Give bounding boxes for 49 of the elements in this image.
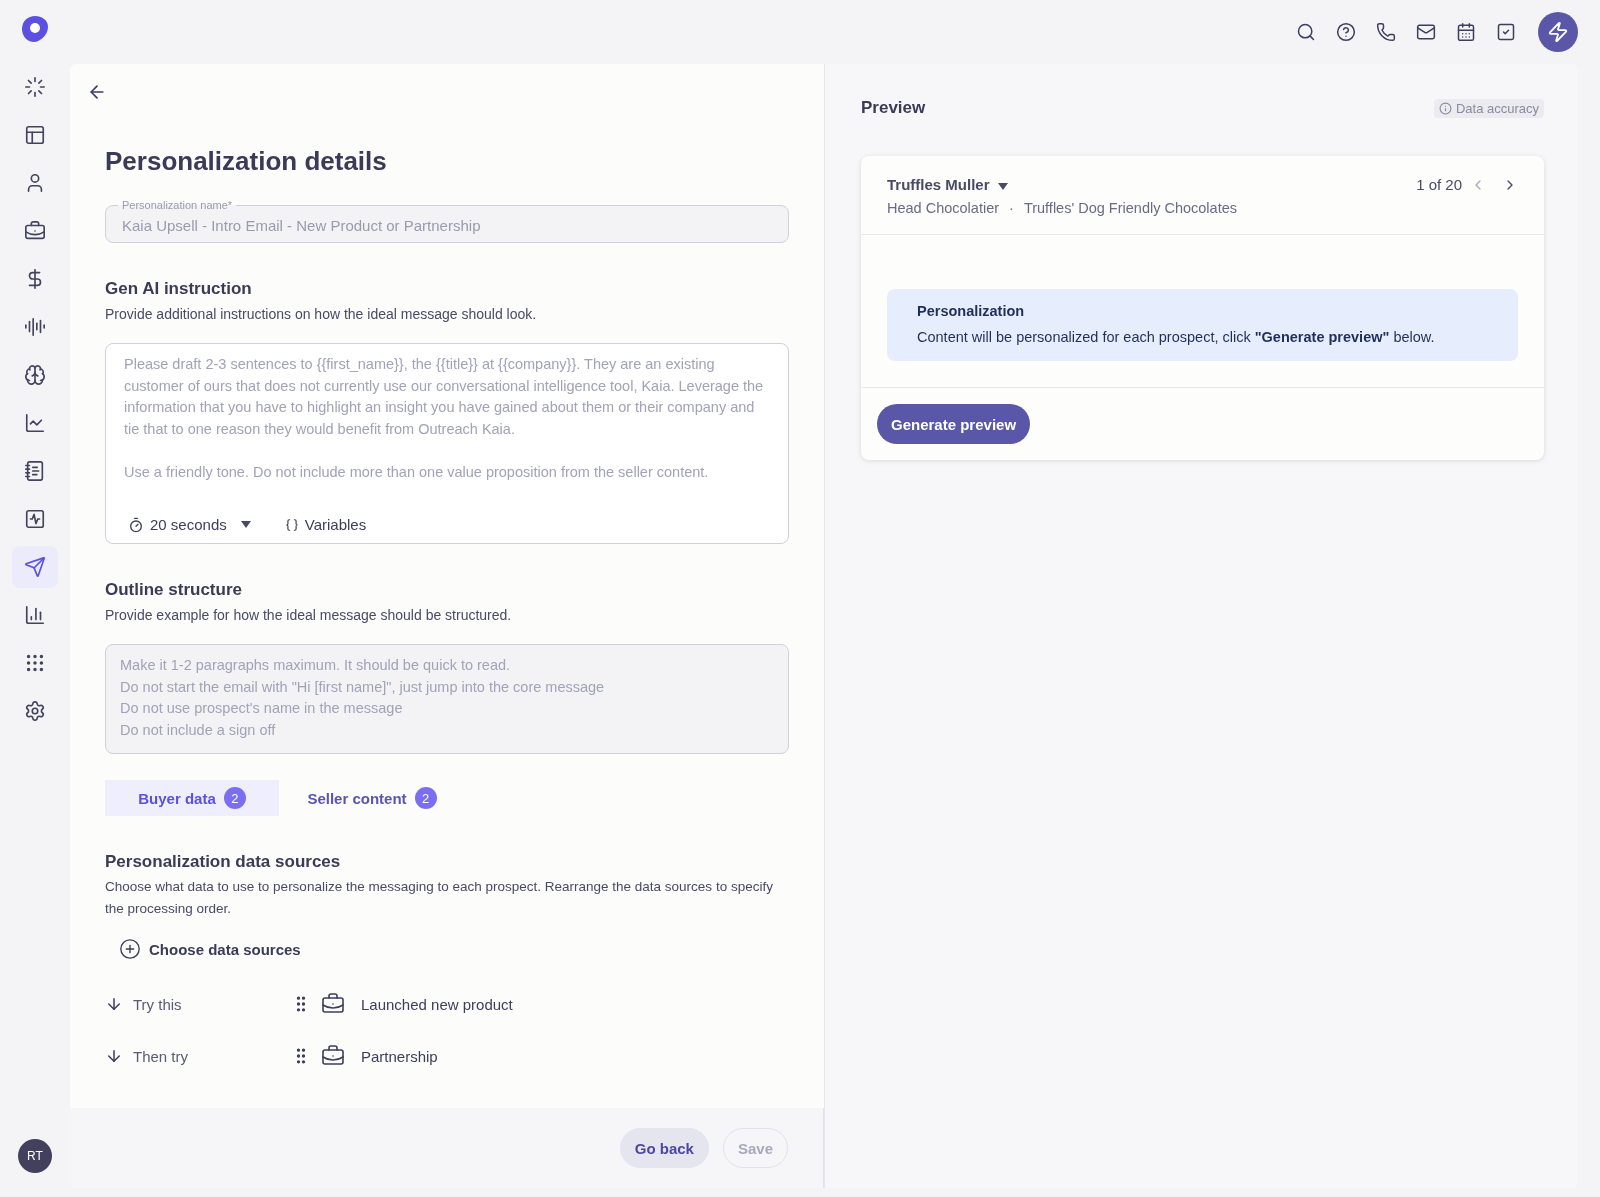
separator: · [1009,200,1014,216]
prospect-title: Head Chocolatier [887,200,1000,216]
count-badge: 2 [414,787,437,809]
duration-dropdown[interactable]: 20 seconds [124,516,251,533]
field-label: Personalization name* [118,199,237,211]
prospect-dropdown[interactable]: Truffles Muller [887,176,1008,193]
down-arrow-icon [105,1047,123,1065]
prospect-company: Truffles' Dog Friendly Chocolates [1023,200,1237,216]
preview-heading: Preview [861,98,926,118]
generate-preview-button[interactable]: Generate preview [877,404,1031,444]
source-name: Launched new product [361,995,513,1013]
footer-button[interactable]: Go back [619,1128,709,1168]
search-icon[interactable] [1296,22,1316,42]
tab[interactable]: Seller content 2 [285,780,459,816]
timer-icon [128,516,144,533]
briefcase-icon [321,992,345,1016]
choose-sources-button[interactable]: Choose data sources [119,938,301,960]
source-name: Partnership [361,1047,438,1065]
checkbox-icon[interactable] [1496,22,1516,42]
pager-text: 1 of 20 [1416,176,1462,193]
down-arrow-icon [105,995,123,1013]
info-icon [1438,101,1452,115]
section-heading: Outline structure [105,580,243,600]
send-icon[interactable] [12,546,58,588]
lightning-icon [1547,21,1569,43]
section-description: Provide additional instructions on how the ideal message should look. [105,305,538,324]
order-label: Try this [133,995,183,1013]
order-label: Then try [133,1047,190,1065]
section-heading: Gen AI instruction [105,279,253,299]
briefcase-icon [321,1044,345,1068]
section-description: Choose what data to use to personalize the messaging to each prospect. Rearrange the data sources to specify the processing order. [105,878,774,918]
mail-icon[interactable] [1416,22,1436,42]
notice-title: Personalization [917,303,1026,319]
notice-text: Content will be personalized for each prospect, click "Generate preview" below. [917,329,1436,345]
logo-icon [20,14,50,44]
section-heading: Personalization data sources [105,852,342,872]
section-description: Provide example for how the ideal message should be structured. [105,606,513,625]
tab[interactable]: Buyer data 2 [105,780,279,816]
page-title: Personalization details [105,146,388,177]
count-badge: 2 [223,787,246,809]
variables-button[interactable]: Variables [280,516,367,533]
phone-icon[interactable] [1376,22,1396,42]
plus-circle-icon [119,938,141,960]
user-avatar[interactable]: RT [18,1139,52,1173]
instruction-field[interactable]: Please draft 2-3 sentences to {{first_name}}, the {{title}} at {{company}}. They are an existing customer of ours that does not currently use our conversational intelligence tool, Kaia. Leverage the information that you have to highlight an insight you have gained about them or their company and tie that to one reason they would benefit from Outreach Kaia. Use a friendly tone. Do not include more than one value proposition from the seller content. [124,354,772,506]
calendar-icon[interactable] [1456,22,1476,42]
lightning-button[interactable] [1538,12,1578,52]
help-icon[interactable] [1336,22,1356,42]
braces-icon [284,517,299,532]
